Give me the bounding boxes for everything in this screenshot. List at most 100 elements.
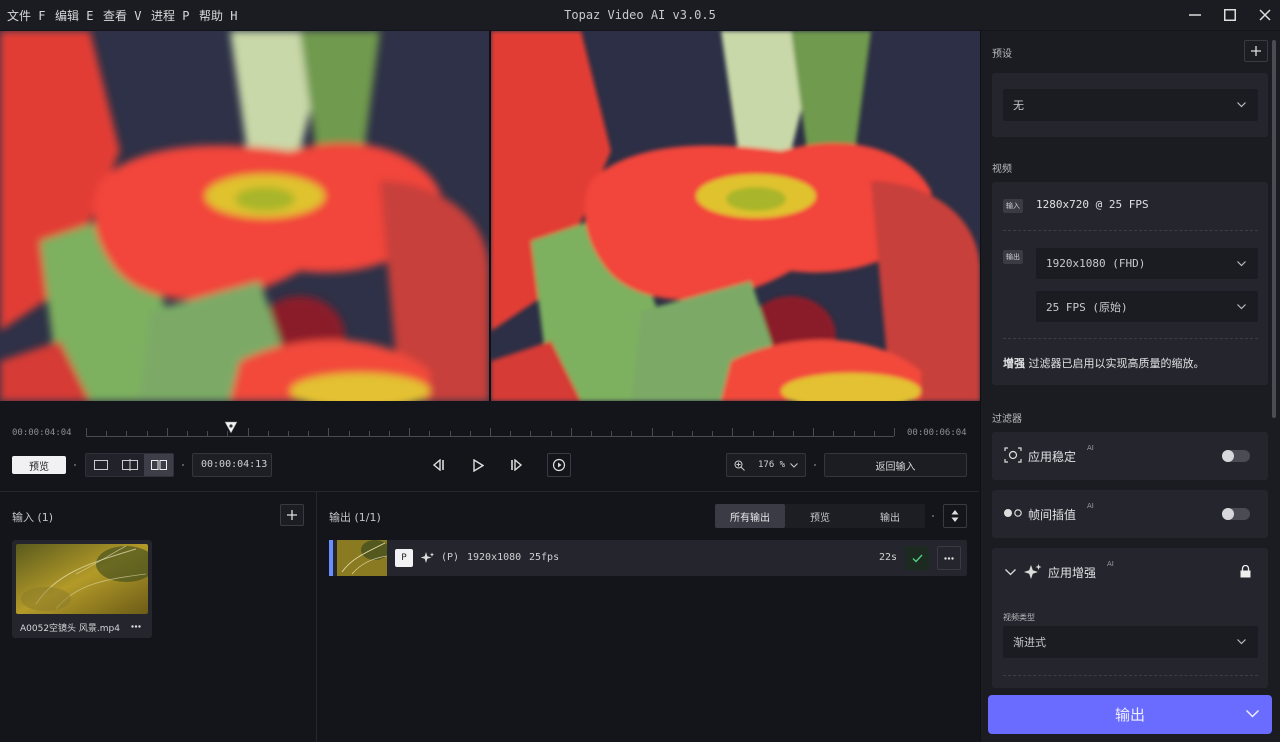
- output-fps: 25fps: [529, 552, 560, 563]
- chevron-down-icon: [1237, 639, 1246, 645]
- enhance-note-bold: 增强: [1003, 357, 1025, 370]
- video-type-label: 视频类型: [1003, 613, 1035, 622]
- video-section-label: 视频: [992, 164, 1012, 175]
- separator-dot: [182, 464, 184, 466]
- close-button[interactable]: [1255, 5, 1275, 25]
- input-file-name: A0052空镜头 风景.mp4: [20, 624, 120, 634]
- output-resolution-select[interactable]: 1920x1080 (FHD): [1036, 248, 1258, 279]
- input-info: 1280x720 @ 25 FPS: [1036, 198, 1149, 211]
- sort-button[interactable]: [943, 504, 967, 528]
- timeline-start-time: 00:00:04:04: [12, 428, 72, 438]
- interpolation-icon: [1004, 508, 1022, 518]
- timeline-tick: [652, 428, 653, 436]
- output-resolution-value: 1920x1080 (FHD): [1046, 257, 1146, 270]
- split-view-button[interactable]: [115, 454, 144, 476]
- timeline-tick: [813, 428, 814, 436]
- settings-scrollbar[interactable]: [1272, 40, 1276, 418]
- lock-icon[interactable]: [1240, 565, 1251, 578]
- timeline-tick: [167, 428, 168, 436]
- output-fps-value: 25 FPS (原始): [1046, 300, 1128, 314]
- split-view-icon: [121, 459, 138, 471]
- plus-icon: [287, 510, 297, 520]
- more-icon: [131, 624, 141, 628]
- filters-label: 过滤器: [992, 414, 1022, 425]
- output-thumbnail: [337, 540, 387, 576]
- timeline-tick: [732, 428, 733, 436]
- timeline-tick: [288, 431, 289, 436]
- maximize-button[interactable]: [1220, 5, 1240, 25]
- filter-name: 帧间插值: [1028, 508, 1077, 522]
- timeline-tick: [429, 431, 430, 436]
- timeline-tick: [490, 428, 491, 436]
- collapse-enhancement-button[interactable]: [1002, 564, 1018, 580]
- stabilize-toggle[interactable]: [1222, 450, 1250, 462]
- step-back-icon: [432, 459, 444, 471]
- timeline-tick: [631, 431, 632, 436]
- zoom-icon: [734, 460, 745, 471]
- preview-button[interactable]: 预览: [12, 456, 66, 474]
- tab-exports[interactable]: 输出: [855, 504, 925, 528]
- timeline-tick: [389, 431, 390, 436]
- add-input-button[interactable]: [280, 504, 304, 526]
- step-forward-icon: [511, 459, 523, 471]
- timeline-tick: [833, 431, 834, 436]
- video-type-select[interactable]: 渐进式: [1003, 626, 1258, 658]
- interpolation-toggle[interactable]: [1222, 508, 1250, 520]
- single-view-button[interactable]: [86, 454, 115, 476]
- single-view-icon: [93, 460, 108, 470]
- dashed-separator: [1003, 675, 1258, 676]
- current-time-field[interactable]: 00:00:04:13: [192, 453, 272, 477]
- timeline-tick: [268, 431, 269, 436]
- filter-enhancement-label: 应用增强 AI: [1048, 560, 1114, 581]
- timeline-tick: [510, 431, 511, 436]
- prev-frame-button[interactable]: [429, 456, 447, 474]
- input-file-more-button[interactable]: [129, 619, 143, 633]
- export-options-button[interactable]: [1240, 704, 1264, 724]
- timeline-track[interactable]: [86, 436, 894, 437]
- playhead-icon: [225, 421, 238, 434]
- output-more-button[interactable]: [937, 546, 961, 570]
- dashed-separator: [1003, 230, 1258, 231]
- timeline-tick: [470, 431, 471, 436]
- minimize-button[interactable]: [1185, 5, 1205, 25]
- output-panel-title: 输出 (1/1): [329, 511, 381, 524]
- preset-select[interactable]: 无: [1003, 89, 1258, 121]
- play-button[interactable]: [469, 456, 487, 474]
- app-title: Topaz Video AI v3.0.5: [564, 8, 716, 22]
- tab-all-outputs[interactable]: 所有输出: [715, 504, 785, 528]
- output-fps-select[interactable]: 25 FPS (原始): [1036, 291, 1258, 322]
- original-preview[interactable]: [0, 31, 489, 401]
- toggle-knob: [1222, 450, 1234, 462]
- enhance-note: 增强 过滤器已启用以实现高质量的缩放。: [1003, 355, 1205, 371]
- input-panel-title: 输入 (1): [12, 511, 54, 524]
- playhead[interactable]: [224, 421, 238, 435]
- tab-previews[interactable]: 预览: [785, 504, 855, 528]
- next-frame-button[interactable]: [508, 456, 526, 474]
- timeline-tick: [611, 431, 612, 436]
- side-by-side-view-button[interactable]: [144, 454, 173, 476]
- add-preset-button[interactable]: [1244, 40, 1268, 62]
- export-button[interactable]: 输出: [988, 695, 1272, 734]
- input-badge: 输入: [1003, 199, 1023, 213]
- ai-badge: AI: [1087, 444, 1094, 452]
- timeline-tick: [328, 428, 329, 436]
- timeline-tick: [207, 431, 208, 436]
- timeline-tick: [591, 431, 592, 436]
- enhanced-preview[interactable]: [491, 31, 980, 401]
- timeline-tick: [369, 431, 370, 436]
- maximize-icon: [1224, 9, 1236, 21]
- stabilize-icon: [1004, 447, 1022, 463]
- video-thumbnail-image: [337, 540, 387, 576]
- preview-range-button[interactable]: [547, 453, 571, 477]
- return-to-input-button[interactable]: 返回输入: [824, 453, 967, 477]
- timeline-tick: [753, 431, 754, 436]
- panel-divider: [0, 491, 979, 492]
- timeline-tick: [894, 428, 895, 436]
- enhance-sparkle-icon: [421, 552, 435, 564]
- zoom-select[interactable]: 176 %: [726, 453, 806, 477]
- presets-label: 预设: [992, 49, 1012, 60]
- timeline-tick: [106, 431, 107, 436]
- ai-badge: AI: [1107, 560, 1114, 568]
- timeline-tick: [126, 431, 127, 436]
- separator-dot: [74, 464, 76, 466]
